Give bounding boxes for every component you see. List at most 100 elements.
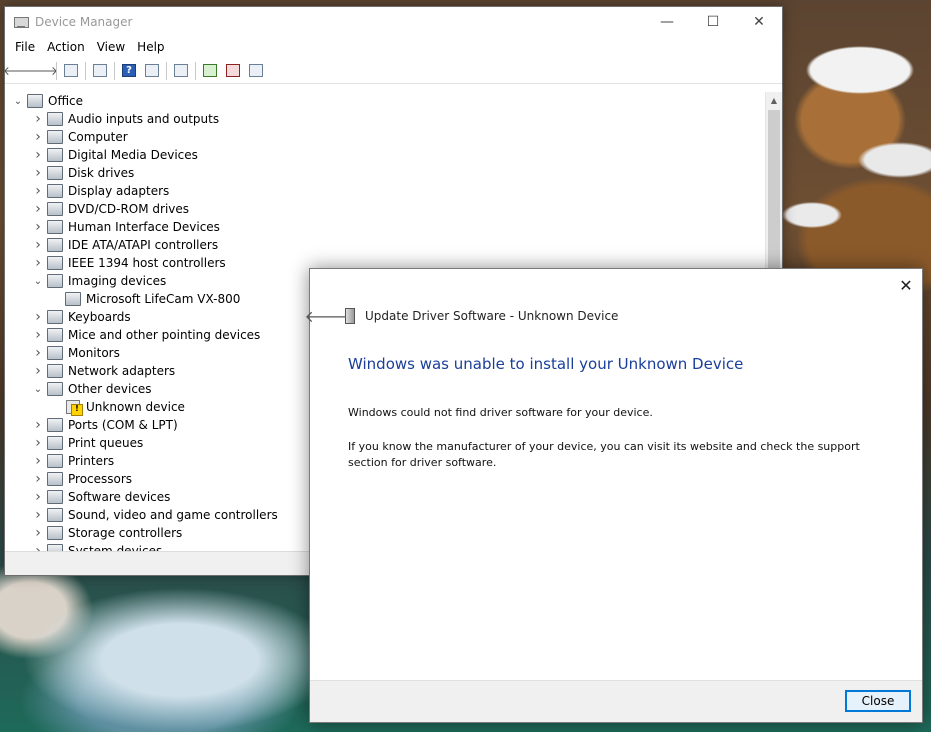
device-category-icon	[47, 274, 63, 288]
expand-chevron-icon[interactable]: ›	[31, 363, 45, 379]
device-category-icon	[47, 148, 63, 162]
expand-chevron-icon[interactable]: ›	[31, 111, 45, 127]
maximize-button[interactable]: ☐	[690, 7, 736, 36]
tree-category-label: Monitors	[68, 346, 120, 360]
menu-bar: File Action View Help	[5, 36, 782, 58]
toolbar-separator	[56, 61, 57, 80]
scroll-up-arrow-icon[interactable]: ▲	[766, 92, 782, 109]
device-category-icon	[47, 328, 63, 342]
device-category-icon	[47, 112, 63, 126]
expand-chevron-icon[interactable]: ›	[31, 327, 45, 343]
close-button[interactable]: ✕	[736, 7, 782, 36]
device-category-icon	[47, 220, 63, 234]
toolbar: 🡐 🡒 ?	[3, 58, 782, 84]
device-category-icon	[47, 508, 63, 522]
tree-category-label: Computer	[68, 130, 128, 144]
tree-category-label: Digital Media Devices	[68, 148, 198, 162]
expand-chevron-icon[interactable]: ›	[31, 417, 45, 433]
expand-chevron-icon[interactable]: ›	[31, 255, 45, 271]
computer-icon	[27, 94, 43, 108]
tree-root-label: Office	[48, 94, 84, 108]
expand-chevron-icon[interactable]: ›	[31, 507, 45, 523]
close-dialog-button[interactable]: Close	[845, 690, 911, 712]
collapse-chevron-icon[interactable]: ⌄	[31, 274, 45, 288]
show-hide-console-tree-button[interactable]	[61, 61, 81, 81]
device-category-icon	[47, 130, 63, 144]
tree-category-label: Mice and other pointing devices	[68, 328, 261, 342]
menu-help[interactable]: Help	[131, 40, 170, 54]
tree-category-label: Software devices	[68, 490, 171, 504]
tree-category[interactable]: › Display adapters	[5, 182, 766, 200]
tree-category-label: Network adapters	[68, 364, 176, 378]
device-category-icon	[47, 544, 63, 551]
enable-device-button[interactable]	[246, 61, 266, 81]
tree-category[interactable]: › DVD/CD-ROM drives	[5, 200, 766, 218]
device-category-icon	[47, 526, 63, 540]
dialog-header: 🡐 Update Driver Software - Unknown Devic…	[305, 306, 619, 326]
show-action-pane-button[interactable]	[142, 61, 162, 81]
dialog-message: Windows could not find driver software f…	[348, 406, 653, 419]
dialog-close-button[interactable]: ✕	[896, 275, 916, 295]
help-button[interactable]: ?	[119, 61, 139, 81]
device-category-icon	[47, 490, 63, 504]
tree-device-label: Microsoft LifeCam VX-800	[86, 292, 241, 306]
tree-category-label: Ports (COM & LPT)	[68, 418, 178, 432]
expand-chevron-icon[interactable]: ›	[31, 201, 45, 217]
tree-category[interactable]: › Computer	[5, 128, 766, 146]
tree-category-label: Audio inputs and outputs	[68, 112, 220, 126]
collapse-chevron-icon[interactable]: ⌄	[11, 94, 25, 108]
collapse-chevron-icon[interactable]: ⌄	[31, 382, 45, 396]
console-tree-icon	[64, 64, 78, 77]
tree-category[interactable]: › IDE ATA/ATAPI controllers	[5, 236, 766, 254]
back-arrow-icon[interactable]: 🡐	[305, 306, 348, 326]
expand-chevron-icon[interactable]: ›	[31, 183, 45, 199]
tree-category[interactable]: › Audio inputs and outputs	[5, 110, 766, 128]
tree-category-label: Keyboards	[68, 310, 131, 324]
expand-chevron-icon[interactable]: ›	[31, 309, 45, 325]
scrollbar-thumb[interactable]	[768, 110, 780, 270]
tree-category[interactable]: › Digital Media Devices	[5, 146, 766, 164]
webcam-icon	[65, 292, 81, 306]
tree-category-label: Human Interface Devices	[68, 220, 220, 234]
expand-chevron-icon[interactable]: ›	[31, 165, 45, 181]
tree-category[interactable]: › Disk drives	[5, 164, 766, 182]
device-icon	[345, 308, 355, 324]
menu-file[interactable]: File	[9, 40, 41, 54]
expand-chevron-icon[interactable]: ›	[31, 219, 45, 235]
expand-chevron-icon[interactable]: ›	[31, 435, 45, 451]
menu-action[interactable]: Action	[41, 40, 91, 54]
expand-chevron-icon[interactable]: ›	[31, 345, 45, 361]
uninstall-device-icon	[226, 64, 240, 77]
uninstall-device-button[interactable]	[223, 61, 243, 81]
tree-category-label: Storage controllers	[68, 526, 183, 540]
help-icon: ?	[122, 64, 136, 77]
tree-category-label: Display adapters	[68, 184, 170, 198]
update-driver-button[interactable]	[200, 61, 220, 81]
device-category-icon	[47, 436, 63, 450]
forward-button[interactable]: 🡒	[26, 61, 58, 81]
tree-root[interactable]: ⌄ Office	[5, 92, 766, 110]
device-category-icon	[47, 418, 63, 432]
expand-chevron-icon[interactable]: ›	[31, 237, 45, 253]
properties-button[interactable]	[90, 61, 110, 81]
toolbar-separator	[114, 61, 115, 80]
tree-category-label: IDE ATA/ATAPI controllers	[68, 238, 219, 252]
menu-view[interactable]: View	[91, 40, 131, 54]
title-bar[interactable]: Device Manager — ☐ ✕	[5, 7, 782, 36]
expand-chevron-icon[interactable]: ›	[31, 453, 45, 469]
expand-chevron-icon[interactable]: ›	[31, 129, 45, 145]
action-pane-icon	[145, 64, 159, 77]
scan-hardware-button[interactable]	[171, 61, 191, 81]
expand-chevron-icon[interactable]: ›	[31, 543, 45, 551]
expand-chevron-icon[interactable]: ›	[31, 471, 45, 487]
expand-chevron-icon[interactable]: ›	[31, 489, 45, 505]
device-category-icon	[47, 238, 63, 252]
tree-category[interactable]: › Human Interface Devices	[5, 218, 766, 236]
tree-category-label: Disk drives	[68, 166, 135, 180]
device-category-icon	[47, 184, 63, 198]
tree-category-label: IEEE 1394 host controllers	[68, 256, 226, 270]
minimize-button[interactable]: —	[644, 7, 690, 36]
expand-chevron-icon[interactable]: ›	[31, 525, 45, 541]
expand-chevron-icon[interactable]: ›	[31, 147, 45, 163]
tree-device-label: Unknown device	[86, 400, 185, 414]
